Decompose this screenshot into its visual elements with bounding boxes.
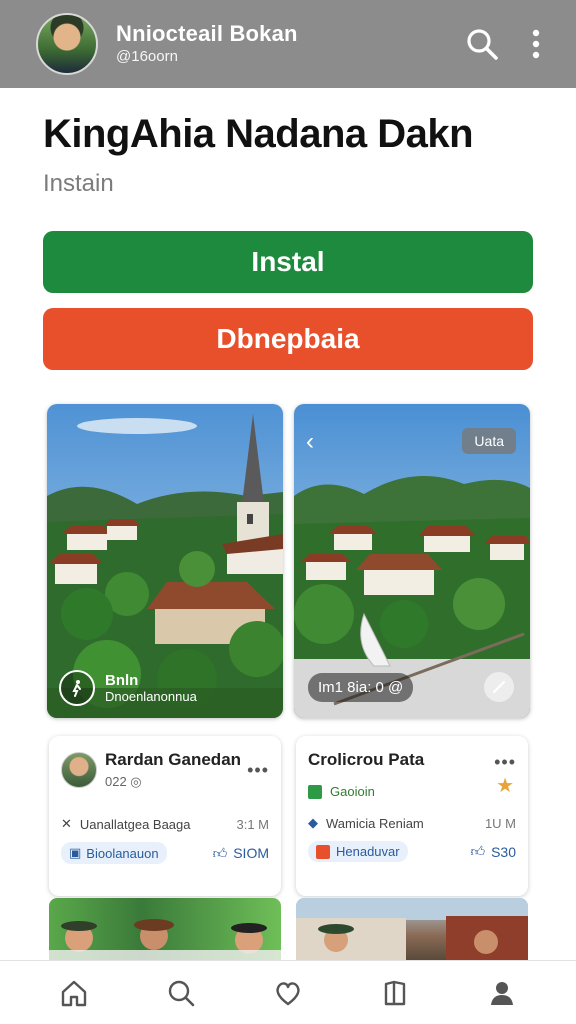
- developer-info: Nniocteail Bokan @16oorn: [116, 21, 448, 67]
- app-title: KingAhia Nadana Dakn: [43, 112, 474, 156]
- search-icon[interactable]: [462, 24, 502, 64]
- badge-icon: ◆: [308, 815, 318, 830]
- like-button[interactable]: 👍︎ S30: [470, 843, 516, 860]
- category-tag[interactable]: ▣ Bioolanauon: [61, 842, 167, 864]
- app-subtitle: Instain: [43, 170, 114, 197]
- heart-icon[interactable]: [264, 969, 312, 1017]
- developer-handle: @16oorn: [116, 48, 178, 65]
- hiker-icon: [59, 670, 95, 706]
- screenshot-2-badge: Uata: [462, 428, 516, 454]
- pencil-icon[interactable]: [484, 672, 514, 702]
- screenshot-2[interactable]: ‹ Uata Im1 8ia: 0 @: [294, 404, 530, 718]
- star-icon: ★: [496, 774, 515, 797]
- top-app-bar: Nniocteail Bokan @16oorn: [0, 0, 576, 88]
- review-time: 3:1 M: [236, 816, 269, 832]
- review-text: Wamicia Reniam: [326, 815, 424, 831]
- like-count: S30: [491, 843, 516, 860]
- screenshot-1-title: Bnln: [105, 672, 139, 689]
- review-card-1[interactable]: Rardan Ganedan 022 ◎ ••• ✕ Uanallatgea B…: [49, 736, 281, 896]
- review-meta: Gaoioin: [330, 784, 375, 799]
- review-text: Uanallatgea Baaga: [79, 816, 191, 832]
- category-label: Bioolanauon: [86, 845, 159, 861]
- search-icon[interactable]: [157, 969, 205, 1017]
- avatar[interactable]: [36, 13, 98, 75]
- like-button[interactable]: 👍︎ SIOM: [213, 845, 269, 862]
- photo-strip-1[interactable]: [49, 898, 281, 960]
- screenshot-2-pill: Im1 8ia: 0 @: [308, 673, 414, 702]
- more-horizontal-icon[interactable]: •••: [494, 752, 516, 773]
- profile-icon[interactable]: [478, 969, 526, 1017]
- more-vertical-icon[interactable]: [516, 24, 556, 64]
- reviewer-name: Crolicrou Pata: [308, 750, 425, 769]
- review-time: 1U M: [484, 815, 516, 831]
- screenshot-1[interactable]: Bnln Dnoenlanonnua: [47, 404, 283, 718]
- chevron-left-icon[interactable]: ‹: [306, 428, 314, 456]
- screenshot-1-subtitle: Dnoenlanonnua: [105, 689, 197, 704]
- developer-name: Nniocteail Bokan: [116, 21, 298, 46]
- bottom-navigation: [0, 960, 576, 1024]
- category-tag[interactable]: Henaduvar: [308, 841, 408, 862]
- avatar: [61, 752, 97, 788]
- review-card-2[interactable]: Crolicrou Pata Gaoioin ••• ★ ◆ Wamicia R…: [296, 736, 528, 896]
- checkbox-icon: [308, 784, 322, 799]
- calendar-icon: ▣: [69, 845, 82, 860]
- review-meta: 022 ◎: [105, 774, 142, 789]
- home-icon[interactable]: [50, 969, 98, 1017]
- secondary-button[interactable]: Dbnepbaia: [43, 308, 533, 370]
- tag-icon: [316, 844, 330, 859]
- reviewer-name: Rardan Ganedan: [105, 750, 242, 769]
- thumbs-up-icon: 👍︎: [212, 844, 228, 861]
- more-horizontal-icon[interactable]: •••: [247, 760, 269, 781]
- screenshot-1-caption: Bnln Dnoenlanonnua: [59, 670, 197, 706]
- thumbs-up-icon: 👍︎: [470, 843, 486, 859]
- library-icon[interactable]: [371, 969, 419, 1017]
- photo-strip-2[interactable]: [296, 898, 528, 960]
- close-icon: ✕: [61, 816, 72, 831]
- people-photo: [49, 919, 281, 960]
- install-button[interactable]: Instal: [43, 231, 533, 293]
- category-label: Henaduvar: [336, 844, 400, 859]
- like-count: SIOM: [233, 845, 269, 861]
- street-photo: [296, 898, 528, 960]
